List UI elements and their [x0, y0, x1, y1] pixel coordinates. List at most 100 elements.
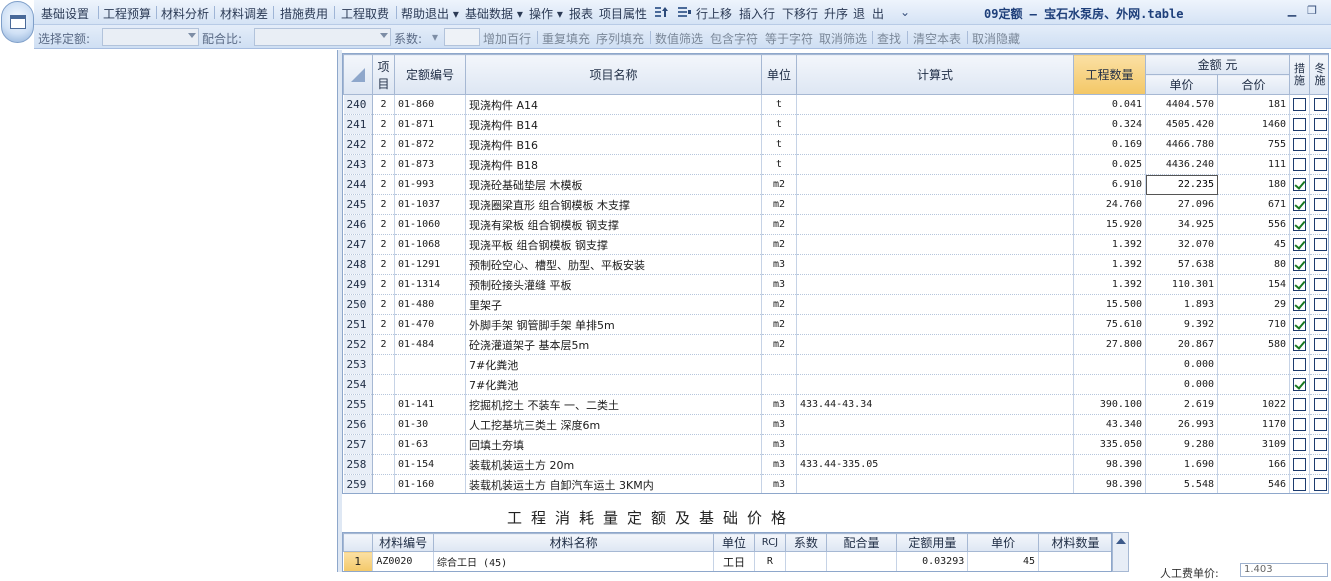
cell-total[interactable]: 710 — [1217, 314, 1291, 335]
row-number[interactable]: 242 — [343, 134, 373, 155]
table-row[interactable]: 244 2 01-993 现浇砼基础垫层 木模板 m2 6.910 22.235 180 — [343, 174, 1328, 195]
cell-unit[interactable]: m3 — [761, 454, 797, 475]
menu-report[interactable]: 报表 — [569, 5, 593, 22]
cell-item[interactable]: 2 — [372, 314, 395, 335]
cell-code[interactable]: 01-1291 — [394, 254, 466, 275]
cell-unit[interactable]: m2 — [761, 234, 797, 255]
row-number[interactable]: 255 — [343, 394, 373, 415]
row-number[interactable]: 254 — [343, 374, 373, 395]
cell-item[interactable] — [372, 394, 395, 415]
measure-checkbox[interactable] — [1293, 478, 1307, 491]
cell-formula[interactable] — [796, 354, 1074, 375]
table-row[interactable]: 255 01-141 挖掘机挖土 不装车 一、二类土 m3 433.44-43.34 39… — [343, 394, 1328, 415]
cell-code[interactable]: 01-873 — [394, 154, 466, 175]
cell-unit-price[interactable]: 20.867 — [1145, 334, 1218, 355]
cell-code[interactable]: 01-141 — [394, 394, 466, 415]
cell-unit-price[interactable]: 0.000 — [1145, 374, 1218, 395]
cell-formula[interactable] — [796, 194, 1074, 215]
select-quota-dropdown[interactable] — [102, 28, 199, 46]
cell-item[interactable]: 2 — [372, 294, 395, 315]
cell-formula[interactable] — [796, 474, 1074, 493]
material-header-name[interactable]: 材料名称 — [433, 533, 715, 552]
cell-quantity[interactable]: 98.390 — [1073, 454, 1146, 475]
cell-code[interactable]: 01-860 — [394, 94, 466, 115]
winter-checkbox[interactable] — [1313, 158, 1327, 171]
table-row[interactable]: 258 01-154 装载机装运土方 20m m3 433.44-335.05 98.39… — [343, 454, 1328, 475]
cell-item[interactable]: 2 — [372, 234, 395, 255]
table-row[interactable]: 241 2 01-871 现浇构件 B14 t 0.324 4505.420 1460 — [343, 114, 1328, 135]
material-usage[interactable]: 0.03293 — [896, 551, 969, 571]
winter-checkbox[interactable] — [1313, 278, 1327, 291]
measure-checkbox[interactable] — [1293, 458, 1307, 471]
measure-checkbox[interactable] — [1293, 438, 1307, 451]
cell-total[interactable]: 580 — [1217, 334, 1291, 355]
cell-formula[interactable]: 433.44-43.34 — [796, 394, 1074, 415]
cell-unit-price[interactable]: 1.893 — [1145, 294, 1218, 315]
minimize-icon[interactable]: ▁ — [1285, 4, 1299, 18]
move-up-icon[interactable] — [654, 5, 668, 19]
winter-checkbox[interactable] — [1313, 358, 1327, 371]
header-quantity[interactable]: 工程数量 — [1073, 54, 1146, 95]
cell-unit[interactable]: t — [761, 154, 797, 175]
cell-formula[interactable] — [796, 414, 1074, 435]
cell-item[interactable]: 2 — [372, 134, 395, 155]
measure-checkbox[interactable] — [1293, 238, 1307, 251]
table-row[interactable]: 253 7#化粪池 0.000 — [343, 354, 1328, 375]
winter-checkbox[interactable] — [1313, 258, 1327, 271]
clear-table-button[interactable]: 清空本表 — [913, 30, 961, 47]
cell-code[interactable]: 01-871 — [394, 114, 466, 135]
cell-formula[interactable] — [796, 174, 1074, 195]
table-row[interactable]: 248 2 01-1291 预制砼空心、槽型、肋型、平板安装 m3 1.392 57.638… — [343, 254, 1328, 275]
row-number[interactable]: 256 — [343, 414, 373, 435]
cell-total[interactable]: 181 — [1217, 94, 1291, 115]
table-row[interactable]: 257 01-63 回填土夯填 m3 335.050 9.280 3109 — [343, 434, 1328, 455]
cell-name[interactable]: 砼浇灌道架子 基本层5m — [465, 334, 762, 355]
cell-item[interactable]: 2 — [372, 214, 395, 235]
cell-unit[interactable] — [761, 374, 797, 395]
cell-name[interactable]: 预制砼空心、槽型、肋型、平板安装 — [465, 254, 762, 275]
row-number[interactable]: 247 — [343, 234, 373, 255]
chevron-down-icon[interactable]: ⌄ — [900, 5, 910, 19]
cell-quantity[interactable] — [1073, 354, 1146, 375]
row-number[interactable]: 258 — [343, 454, 373, 475]
cell-total[interactable]: 166 — [1217, 454, 1291, 475]
cell-code[interactable]: 01-160 — [394, 474, 466, 493]
material-header-code[interactable]: 材料编号 — [372, 533, 435, 552]
cell-item[interactable]: 2 — [372, 254, 395, 275]
cell-item[interactable] — [372, 374, 395, 395]
coef-input[interactable] — [444, 28, 480, 46]
menu-basic-data[interactable]: 基础数据 ▾ — [465, 5, 523, 22]
material-header-price[interactable]: 单价 — [967, 533, 1040, 552]
unhide-button[interactable]: 取消隐藏 — [972, 30, 1020, 47]
measure-checkbox[interactable] — [1293, 418, 1307, 431]
cell-formula[interactable] — [796, 154, 1074, 175]
cell-item[interactable] — [372, 414, 395, 435]
cell-quantity[interactable]: 1.392 — [1073, 234, 1146, 255]
cell-formula[interactable] — [796, 254, 1074, 275]
menu-help-exit[interactable]: 帮助退出 ▾ — [401, 5, 459, 22]
cell-quantity[interactable]: 1.392 — [1073, 254, 1146, 275]
cell-formula[interactable]: 433.44-335.05 — [796, 454, 1074, 475]
cell-name[interactable]: 7#化粪池 — [465, 354, 762, 375]
cell-name[interactable]: 里架子 — [465, 294, 762, 315]
material-price[interactable]: 45 — [967, 551, 1040, 571]
cell-name[interactable]: 现浇构件 B14 — [465, 114, 762, 135]
material-header-mix[interactable]: 配合量 — [825, 533, 898, 552]
cell-name[interactable]: 装载机装运土方 自卸汽车运土 3KM内 — [465, 474, 762, 493]
measure-checkbox[interactable] — [1293, 278, 1307, 291]
restore-icon[interactable]: ❐ — [1305, 4, 1319, 18]
header-amount[interactable]: 金额 元 — [1144, 54, 1291, 75]
row-number[interactable]: 243 — [343, 154, 373, 175]
cell-code[interactable]: 01-63 — [394, 434, 466, 455]
cell-unit-price[interactable]: 4436.240 — [1145, 154, 1218, 175]
cell-code[interactable]: 01-872 — [394, 134, 466, 155]
table-row[interactable]: 251 2 01-470 外脚手架 钢管脚手架 单排5m m2 75.610 9.392 71… — [343, 314, 1328, 335]
find-button[interactable]: 查找 — [877, 30, 901, 47]
menu-material-adjust[interactable]: 材料调差 — [220, 5, 268, 22]
cell-quantity[interactable]: 0.324 — [1073, 114, 1146, 135]
material-corner[interactable] — [343, 533, 374, 552]
material-scrollbar[interactable] — [1112, 532, 1129, 572]
measure-checkbox[interactable] — [1293, 358, 1307, 371]
menu-exit-1[interactable]: 退 — [853, 5, 865, 22]
cell-quantity[interactable]: 24.760 — [1073, 194, 1146, 215]
